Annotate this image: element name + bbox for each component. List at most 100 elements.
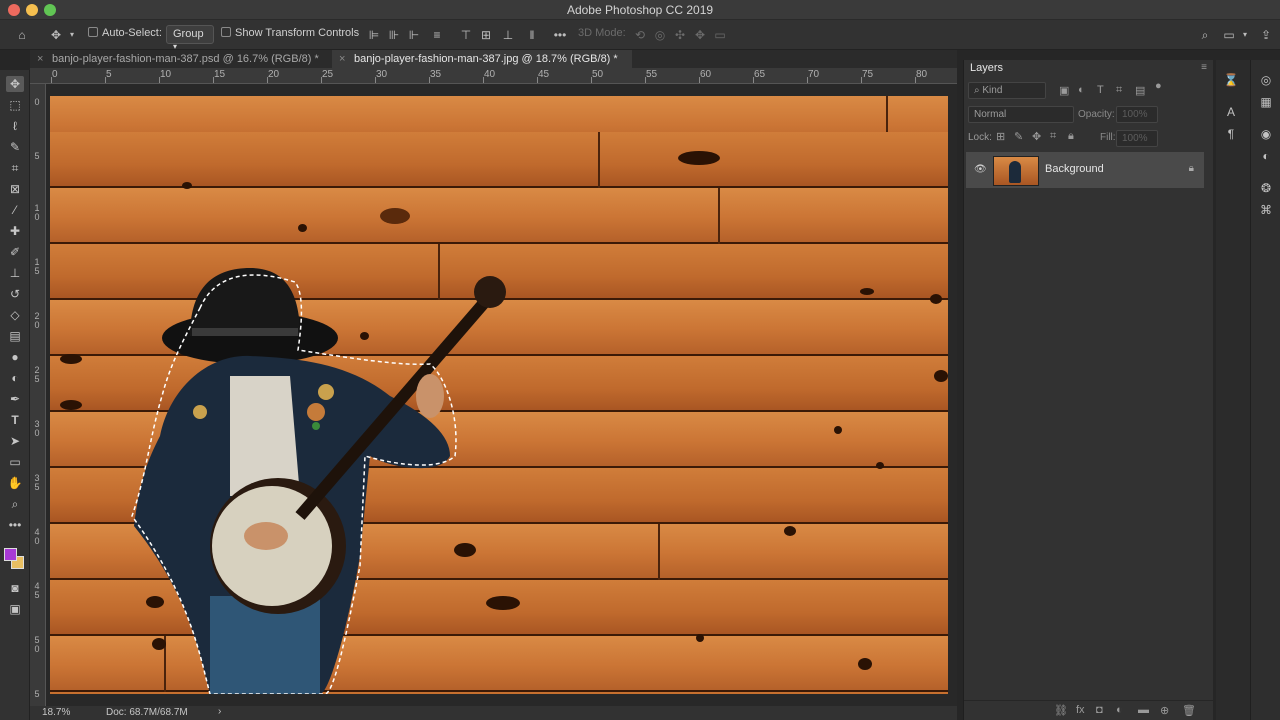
- align-right-icon[interactable]: ⊩: [406, 27, 422, 43]
- filter-shape-icon[interactable]: ⌗: [1116, 84, 1122, 97]
- quick-mask-icon[interactable]: ◙: [6, 580, 24, 596]
- type-tool-icon[interactable]: T: [6, 412, 24, 428]
- eyedropper-tool-icon[interactable]: ⁄: [6, 202, 24, 218]
- new-group-icon[interactable]: ▬: [1138, 704, 1149, 716]
- status-menu-icon[interactable]: ›: [218, 706, 221, 717]
- document-image[interactable]: [50, 96, 948, 694]
- layer-row[interactable]: 👁︎ Background 🔒︎: [966, 152, 1204, 188]
- workspace-icon[interactable]: ▭: [1221, 27, 1237, 43]
- opacity-field[interactable]: 100%: [1116, 106, 1158, 123]
- distribute-icon[interactable]: ≡: [429, 27, 445, 43]
- pen-tool-icon[interactable]: ✒: [6, 391, 24, 407]
- panel-menu-icon[interactable]: ≡: [1201, 62, 1207, 73]
- new-adjustment-layer-icon[interactable]: ◐: [1116, 704, 1123, 716]
- align-top-icon[interactable]: ⊤: [458, 27, 474, 43]
- search-icon[interactable]: ⌕: [1197, 27, 1213, 43]
- character-icon[interactable]: A: [1223, 104, 1239, 120]
- share-icon[interactable]: ⇪: [1258, 27, 1274, 43]
- layer-name[interactable]: Background: [1045, 163, 1104, 175]
- filter-type-icon[interactable]: T: [1097, 84, 1104, 96]
- path-selection-tool-icon[interactable]: ➤: [6, 433, 24, 449]
- color-icon[interactable]: ◎: [1258, 72, 1274, 88]
- move-tool-preset-icon[interactable]: ✥: [48, 27, 64, 43]
- lock-position-icon[interactable]: ✥: [1032, 130, 1041, 143]
- filter-toggle-icon[interactable]: ●: [1155, 80, 1162, 92]
- paragraph-icon[interactable]: ¶: [1223, 126, 1239, 142]
- swatches-icon[interactable]: ▦: [1258, 94, 1274, 110]
- tab-jpg-document[interactable]: × banjo-player-fashion-man-387.jpg @ 18.…: [332, 50, 632, 68]
- ruler-label: 50: [592, 69, 604, 80]
- close-icon[interactable]: ×: [37, 53, 43, 65]
- lock-paint-icon[interactable]: ✎: [1014, 130, 1023, 143]
- panel-title[interactable]: Layers: [970, 62, 1003, 74]
- auto-select-dropdown[interactable]: Group ▾: [166, 25, 214, 51]
- libraries-icon[interactable]: ◉: [1258, 126, 1274, 142]
- eraser-tool-icon[interactable]: ◇: [6, 307, 24, 323]
- chevron-down-icon[interactable]: ▾: [64, 27, 80, 43]
- show-transform-checkbox[interactable]: Show Transform Controls: [221, 27, 359, 39]
- screen-mode-icon[interactable]: ▣: [6, 601, 24, 617]
- history-icon[interactable]: ⌛: [1223, 72, 1239, 88]
- distribute-vertical-icon[interactable]: ‖: [524, 27, 540, 43]
- chevron-down-icon[interactable]: ▾: [1237, 27, 1253, 43]
- history-brush-tool-icon[interactable]: ↺: [6, 286, 24, 302]
- zoom-tool-icon[interactable]: ⌕: [6, 496, 24, 512]
- align-center-icon[interactable]: ⊪: [386, 27, 402, 43]
- align-bottom-icon[interactable]: ⊥: [500, 27, 516, 43]
- document-tabs: × banjo-player-fashion-man-387.psd @ 16.…: [30, 50, 957, 68]
- frame-tool-icon[interactable]: ⊠: [6, 181, 24, 197]
- lock-pixels-icon[interactable]: ⊞: [996, 130, 1005, 143]
- clone-stamp-tool-icon[interactable]: ⊥: [6, 265, 24, 281]
- blend-mode-dropdown[interactable]: Normal: [968, 106, 1074, 123]
- more-options-icon[interactable]: •••: [552, 27, 568, 43]
- close-icon[interactable]: ×: [339, 53, 345, 65]
- adjustments-icon[interactable]: ◐: [1258, 148, 1274, 164]
- fill-field[interactable]: 100%: [1116, 130, 1158, 147]
- brush-tool-icon[interactable]: ✐: [6, 244, 24, 260]
- dodge-tool-icon[interactable]: ◐: [6, 370, 24, 386]
- foreground-color-swatch[interactable]: [4, 548, 17, 561]
- lasso-tool-icon[interactable]: ℓ: [6, 118, 24, 134]
- delete-layer-icon[interactable]: 🗑︎: [1182, 704, 1196, 717]
- zoom-level[interactable]: 18.7%: [42, 707, 70, 718]
- quick-selection-tool-icon[interactable]: ✎: [6, 139, 24, 155]
- lock-label: Lock:: [968, 132, 992, 143]
- tab-label: banjo-player-fashion-man-387.jpg @ 18.7%…: [354, 53, 618, 65]
- rectangle-tool-icon[interactable]: ▭: [6, 454, 24, 470]
- lock-all-icon[interactable]: 🔒︎: [1068, 130, 1074, 143]
- marquee-tool-icon[interactable]: ⬚: [6, 97, 24, 113]
- ruler-label: 75: [862, 69, 874, 80]
- channels-icon[interactable]: ❂: [1258, 180, 1274, 196]
- home-icon[interactable]: ⌂: [14, 27, 30, 43]
- healing-brush-tool-icon[interactable]: ✚: [6, 223, 24, 239]
- filter-adjustment-icon[interactable]: ◐: [1078, 84, 1085, 96]
- ruler-label: 4 5: [34, 581, 40, 600]
- crop-tool-icon[interactable]: ⌗: [6, 160, 24, 176]
- blur-tool-icon[interactable]: ●: [6, 349, 24, 365]
- filter-kind-dropdown[interactable]: ⌕ Kind: [968, 82, 1046, 99]
- gradient-tool-icon[interactable]: ▤: [6, 328, 24, 344]
- checkbox-icon: [88, 27, 98, 37]
- title-bar: Adobe Photoshop CC 2019: [0, 0, 1280, 20]
- tab-psd-document[interactable]: × banjo-player-fashion-man-387.psd @ 16.…: [30, 50, 334, 68]
- filter-pixel-icon[interactable]: ▣: [1059, 84, 1069, 97]
- filter-smart-object-icon[interactable]: ▤: [1135, 84, 1145, 97]
- ruler-label: 0: [52, 69, 58, 80]
- move-tool-icon[interactable]: ✥: [6, 76, 24, 92]
- paths-icon[interactable]: ⌘: [1258, 202, 1274, 218]
- tools-panel: ✥ ⬚ ℓ ✎ ⌗ ⊠ ⁄ ✚ ✐ ⊥ ↺ ◇ ▤ ● ◐ ✒ T ➤ ▭ ✋ …: [0, 70, 30, 720]
- horizontal-ruler: 0 5 10 15 20 25 30 35 40 45 50 55 60 65 …: [30, 68, 957, 84]
- align-left-icon[interactable]: ⊫: [366, 27, 382, 43]
- orbit-3d-icon: ⟲: [634, 28, 646, 42]
- edit-toolbar-icon[interactable]: •••: [6, 517, 24, 533]
- auto-select-checkbox[interactable]: Auto-Select:: [88, 27, 162, 39]
- layer-style-icon[interactable]: fx: [1076, 704, 1085, 716]
- add-mask-icon[interactable]: ◘: [1096, 704, 1103, 716]
- link-layers-icon[interactable]: ⛓: [1054, 704, 1068, 717]
- lock-artboard-icon[interactable]: ⌗: [1050, 130, 1056, 143]
- hand-tool-icon[interactable]: ✋: [6, 475, 24, 491]
- lock-icon[interactable]: 🔒︎: [1189, 163, 1194, 174]
- align-middle-icon[interactable]: ⊞: [478, 27, 494, 43]
- new-layer-icon[interactable]: ⊕: [1160, 704, 1169, 717]
- visibility-eye-icon[interactable]: 👁︎: [974, 164, 987, 175]
